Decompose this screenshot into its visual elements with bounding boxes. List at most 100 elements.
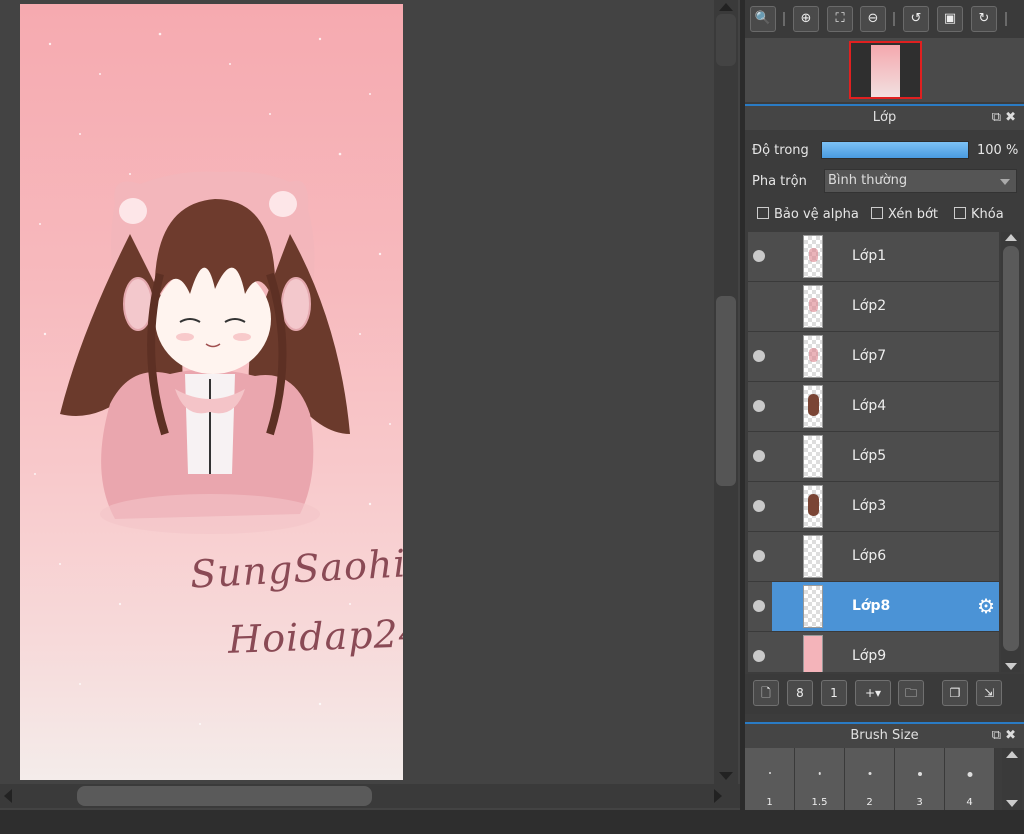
scroll-down-arrow[interactable] xyxy=(1005,663,1017,670)
artwork-canvas[interactable]: SungSaohi Hoidap247 xyxy=(20,4,403,780)
eye-icon xyxy=(753,400,765,412)
layer-visibility-toggle[interactable] xyxy=(748,282,772,331)
new-layer-icon[interactable]: 🗋 xyxy=(753,680,779,706)
layers-panel-header: Lớp ⧉✖ xyxy=(745,104,1024,130)
layer-thumbnail xyxy=(803,535,823,578)
layer-name: Lớp8 xyxy=(852,598,891,614)
blend-mode-value: Bình thường xyxy=(828,173,908,188)
scroll-thumb[interactable] xyxy=(1003,246,1019,651)
eye-icon xyxy=(753,500,765,512)
scroll-thumb[interactable] xyxy=(716,296,736,486)
layer-visibility-toggle[interactable] xyxy=(748,532,772,581)
layer-visibility-toggle[interactable] xyxy=(748,382,772,431)
scroll-down-arrow[interactable] xyxy=(1006,800,1018,807)
layer-thumbnail-content xyxy=(808,494,819,516)
navigator-preview[interactable] xyxy=(745,38,1024,102)
app-window: SungSaohi Hoidap247 🔍 ⊕ ⛶ ⊖ ↺ ▣ ↻ Lớp ⧉✖… xyxy=(0,0,1024,834)
new-1bit-layer-icon[interactable]: 1 xyxy=(821,680,847,706)
scroll-up-arrow[interactable] xyxy=(719,3,733,11)
scroll-thumb-horizontal[interactable] xyxy=(77,786,372,806)
scroll-up-arrow[interactable] xyxy=(1006,751,1018,758)
layer-list-scrollbar[interactable] xyxy=(1001,232,1021,672)
navigator-viewport[interactable] xyxy=(849,41,922,99)
artwork-illustration xyxy=(34,32,391,725)
eye-icon xyxy=(753,250,765,262)
brush-size-option[interactable]: 2 xyxy=(845,748,895,810)
zoom-out-icon[interactable]: ⊖ xyxy=(860,6,886,32)
gear-icon[interactable]: ⚙ xyxy=(977,594,995,618)
scroll-down-arrow[interactable] xyxy=(719,772,733,780)
add-layer-menu-icon[interactable]: +▾ xyxy=(855,680,891,706)
opacity-slider[interactable] xyxy=(821,141,969,159)
rotate-right-icon[interactable]: ↻ xyxy=(971,6,997,32)
layer-toolbar: 🗋 8 1 +▾ 🗀 ❐ ⇲ xyxy=(745,674,1024,714)
close-icon[interactable]: ✖ xyxy=(1005,110,1020,125)
brush-size-label: 4 xyxy=(966,797,973,808)
blend-mode-label: Pha trộn xyxy=(752,174,807,189)
blend-mode-select[interactable]: Bình thường xyxy=(824,169,1017,193)
canvas-horizontal-scrollbar[interactable] xyxy=(0,784,740,808)
layer-thumbnail xyxy=(803,585,823,628)
layer-thumbnail xyxy=(803,635,823,672)
fullscreen-icon[interactable]: ▣ xyxy=(937,6,963,32)
brush-size-panel-title: Brush Size xyxy=(850,728,919,743)
brush-size-preview-dot xyxy=(818,772,821,775)
brush-size-grid[interactable]: 1 1.5 2 3 4 xyxy=(745,748,1000,810)
eye-icon xyxy=(753,350,765,362)
protect-alpha-checkbox[interactable]: Bảo vệ alpha xyxy=(757,207,859,222)
brush-size-scrollbar[interactable] xyxy=(1002,748,1022,810)
zoom-in-icon[interactable]: ⊕ xyxy=(793,6,819,32)
lock-checkbox[interactable]: Khóa xyxy=(954,207,1004,222)
scroll-left-arrow[interactable] xyxy=(4,789,12,803)
brush-size-panel-header: Brush Size ⧉✖ xyxy=(745,722,1024,748)
layer-row[interactable]: Lớp3 xyxy=(748,482,999,532)
scroll-up-arrow[interactable] xyxy=(1005,234,1017,241)
brush-size-label: 1 xyxy=(766,797,773,808)
brush-size-option[interactable]: 1.5 xyxy=(795,748,845,810)
zoom-actual-icon[interactable]: 🔍 xyxy=(750,6,776,32)
layer-name: Lớp5 xyxy=(852,448,887,464)
scroll-right-arrow[interactable] xyxy=(714,789,722,803)
layer-row[interactable]: Lớp4 xyxy=(748,382,999,432)
fit-screen-icon[interactable]: ⛶ xyxy=(827,6,853,32)
rotate-left-icon[interactable]: ↺ xyxy=(903,6,929,32)
eye-icon xyxy=(753,550,765,562)
layer-row[interactable]: Lớp5 xyxy=(748,432,999,482)
layer-name: Lớp1 xyxy=(852,248,887,264)
layer-row[interactable]: Lớp6 xyxy=(748,532,999,582)
clipping-checkbox[interactable]: Xén bớt xyxy=(871,207,938,222)
layer-thumbnail xyxy=(803,485,823,528)
layer-row[interactable]: Lớp2 xyxy=(748,282,999,332)
layer-thumbnail-content xyxy=(809,248,818,262)
brush-size-option[interactable]: 3 xyxy=(895,748,945,810)
popout-icon[interactable]: ⧉ xyxy=(992,728,1005,743)
layer-visibility-toggle[interactable] xyxy=(748,432,772,481)
layer-visibility-toggle[interactable] xyxy=(748,632,772,672)
layer-visibility-toggle[interactable] xyxy=(748,332,772,381)
popout-icon[interactable]: ⧉ xyxy=(992,110,1005,125)
new-8bit-layer-icon[interactable]: 8 xyxy=(787,680,813,706)
layer-visibility-toggle[interactable] xyxy=(748,232,772,281)
layer-row[interactable]: Lớp7 xyxy=(748,332,999,382)
layer-list[interactable]: Lớp1 Lớp2 Lớp7 Lớp4 Lớp5 Lớp3 Lớp6 Lớp8 ⚙ Lớp9 xyxy=(748,232,999,672)
layer-name: Lớp4 xyxy=(852,398,887,414)
merge-layer-icon[interactable]: ⇲ xyxy=(976,680,1002,706)
close-icon[interactable]: ✖ xyxy=(1005,728,1020,743)
layer-row[interactable]: Lớp1 xyxy=(748,232,999,282)
brush-size-preview-dot xyxy=(917,772,922,776)
layer-row[interactable]: Lớp9 xyxy=(748,632,999,672)
layer-visibility-toggle[interactable] xyxy=(748,482,772,531)
layer-thumbnail-content xyxy=(808,394,819,416)
navigator-toolbar: 🔍 ⊕ ⛶ ⊖ ↺ ▣ ↻ xyxy=(745,0,1024,38)
canvas-area[interactable]: SungSaohi Hoidap247 xyxy=(0,0,740,810)
brush-size-option[interactable]: 1 xyxy=(745,748,795,810)
layers-panel-title: Lớp xyxy=(872,110,897,125)
layer-thumbnail xyxy=(803,435,823,478)
layer-thumbnail xyxy=(803,335,823,378)
canvas-vertical-scrollbar[interactable] xyxy=(714,0,738,784)
layer-row[interactable]: Lớp8 ⚙ xyxy=(748,582,999,632)
brush-size-option[interactable]: 4 xyxy=(945,748,995,810)
new-folder-icon[interactable]: 🗀 xyxy=(898,680,924,706)
layer-visibility-toggle[interactable] xyxy=(748,582,772,631)
duplicate-layer-icon[interactable]: ❐ xyxy=(942,680,968,706)
